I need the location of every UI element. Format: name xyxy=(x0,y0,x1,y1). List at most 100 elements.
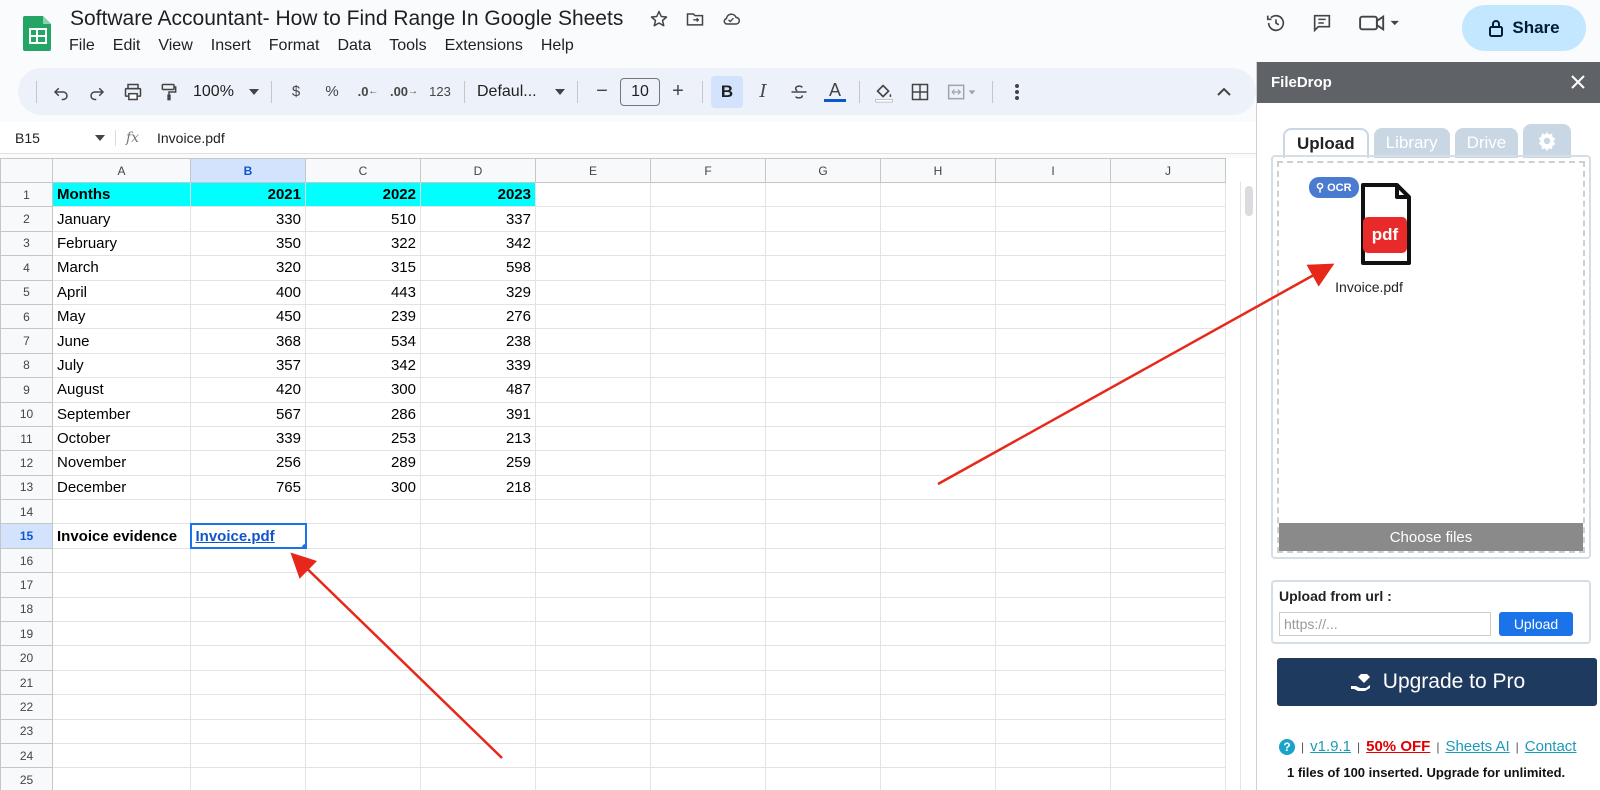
cell-empty[interactable] xyxy=(995,694,1111,720)
cell-empty[interactable] xyxy=(535,352,651,379)
cell-empty[interactable] xyxy=(765,279,881,305)
cell-d22[interactable] xyxy=(420,694,536,720)
cell-empty[interactable] xyxy=(1110,328,1226,354)
cell-b23[interactable] xyxy=(190,718,306,744)
cell-empty[interactable] xyxy=(765,425,881,452)
merge-cells-icon[interactable] xyxy=(940,76,984,108)
font-select[interactable]: Defaul... xyxy=(473,76,569,108)
cell-empty[interactable] xyxy=(650,718,766,744)
column-header-g[interactable]: G xyxy=(765,158,881,183)
cell-empty[interactable] xyxy=(880,694,996,720)
cell-b15[interactable]: Invoice.pdf xyxy=(189,522,307,550)
percent-format-button[interactable]: % xyxy=(316,76,348,108)
row-header[interactable]: 20 xyxy=(0,645,53,671)
cell-empty[interactable] xyxy=(995,621,1111,647)
cell-empty[interactable] xyxy=(765,547,881,574)
column-header-d[interactable]: D xyxy=(420,158,536,183)
cell-empty[interactable] xyxy=(995,523,1111,549)
cell-d1[interactable]: 2023 xyxy=(420,181,536,208)
cell-a25[interactable] xyxy=(52,767,191,790)
cell-a10[interactable]: September xyxy=(52,401,191,427)
cell-b8[interactable]: 357 xyxy=(190,352,306,379)
share-button[interactable]: Share xyxy=(1462,5,1586,51)
column-header-a[interactable]: A xyxy=(52,158,191,183)
row-header[interactable]: 2 xyxy=(0,206,53,232)
choose-files-button[interactable]: Choose files xyxy=(1279,523,1583,551)
cell-empty[interactable] xyxy=(880,181,996,208)
cell-empty[interactable] xyxy=(995,181,1111,208)
cell-empty[interactable] xyxy=(995,767,1111,790)
cell-empty[interactable] xyxy=(765,255,881,281)
cell-empty[interactable] xyxy=(880,572,996,598)
cell-b24[interactable] xyxy=(190,742,306,769)
cell-empty[interactable] xyxy=(995,352,1111,379)
row-header[interactable]: 8 xyxy=(0,352,53,379)
cell-d16[interactable] xyxy=(420,547,536,574)
cell-a7[interactable]: June xyxy=(52,328,191,354)
cell-empty[interactable] xyxy=(1110,694,1226,720)
cell-a12[interactable]: November xyxy=(52,450,191,476)
cell-b12[interactable]: 256 xyxy=(190,450,306,476)
cell-c4[interactable]: 315 xyxy=(305,255,421,281)
cell-empty[interactable] xyxy=(650,328,766,354)
cell-empty[interactable] xyxy=(650,401,766,427)
cell-d21[interactable] xyxy=(420,669,536,696)
paint-format-icon[interactable] xyxy=(153,76,185,108)
tab-drive[interactable]: Drive xyxy=(1454,128,1519,158)
cell-c9[interactable]: 300 xyxy=(305,377,421,403)
cell-empty[interactable] xyxy=(880,450,996,476)
increase-decimal-button[interactable]: .00 → xyxy=(388,76,420,108)
cell-a18[interactable] xyxy=(52,596,191,623)
cell-empty[interactable] xyxy=(1110,547,1226,574)
cell-empty[interactable] xyxy=(995,377,1111,403)
cell-b7[interactable]: 368 xyxy=(190,328,306,354)
cell-empty[interactable] xyxy=(650,572,766,598)
cell-c10[interactable]: 286 xyxy=(305,401,421,427)
cell-empty[interactable] xyxy=(650,181,766,208)
cell-empty[interactable] xyxy=(880,425,996,452)
cell-empty[interactable] xyxy=(880,499,996,525)
cell-empty[interactable] xyxy=(650,279,766,305)
cell-empty[interactable] xyxy=(1110,742,1226,769)
row-header[interactable]: 24 xyxy=(0,742,53,769)
row-header[interactable]: 11 xyxy=(0,425,53,452)
cell-empty[interactable] xyxy=(535,206,651,232)
cell-d3[interactable]: 342 xyxy=(420,230,536,257)
cell-c2[interactable]: 510 xyxy=(305,206,421,232)
cell-empty[interactable] xyxy=(650,596,766,623)
cell-c8[interactable]: 342 xyxy=(305,352,421,379)
cell-empty[interactable] xyxy=(880,303,996,330)
cell-empty[interactable] xyxy=(650,499,766,525)
cell-empty[interactable] xyxy=(535,181,651,208)
cell-d2[interactable]: 337 xyxy=(420,206,536,232)
column-header-f[interactable]: F xyxy=(650,158,766,183)
cell-empty[interactable] xyxy=(765,669,881,696)
cell-empty[interactable] xyxy=(765,499,881,525)
sheets-logo-icon[interactable] xyxy=(23,14,53,52)
menu-view[interactable]: View xyxy=(149,35,201,57)
cell-empty[interactable] xyxy=(535,425,651,452)
menu-edit[interactable]: Edit xyxy=(104,35,150,57)
cell-empty[interactable] xyxy=(880,206,996,232)
cell-empty[interactable] xyxy=(1110,230,1226,257)
row-header[interactable]: 15 xyxy=(0,523,53,549)
cell-empty[interactable] xyxy=(765,742,881,769)
cell-empty[interactable] xyxy=(535,328,651,354)
cell-empty[interactable] xyxy=(535,669,651,696)
column-header-h[interactable]: H xyxy=(880,158,996,183)
cell-c6[interactable]: 239 xyxy=(305,303,421,330)
cell-empty[interactable] xyxy=(1110,425,1226,452)
row-header[interactable]: 4 xyxy=(0,255,53,281)
cell-d19[interactable] xyxy=(420,621,536,647)
cell-empty[interactable] xyxy=(765,718,881,744)
menu-file[interactable]: File xyxy=(60,35,104,57)
print-icon[interactable] xyxy=(117,76,149,108)
cell-empty[interactable] xyxy=(1110,718,1226,744)
cell-empty[interactable] xyxy=(880,596,996,623)
cell-empty[interactable] xyxy=(995,401,1111,427)
italic-button[interactable]: I xyxy=(747,76,779,108)
cell-b20[interactable] xyxy=(190,645,306,671)
cell-a24[interactable] xyxy=(52,742,191,769)
cell-a2[interactable]: January xyxy=(52,206,191,232)
cell-empty[interactable] xyxy=(765,523,881,549)
